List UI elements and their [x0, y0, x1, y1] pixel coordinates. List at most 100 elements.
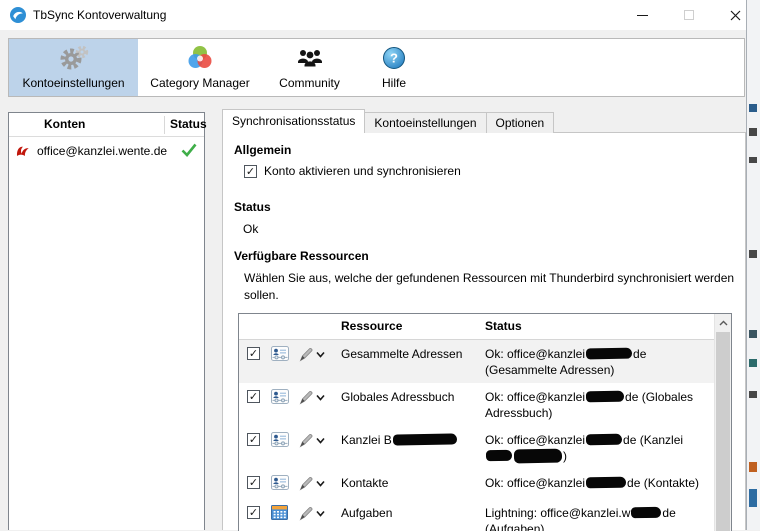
- ressourcen-description: Wählen Sie aus, welche der gefundenen Re…: [244, 271, 735, 302]
- resource-name: Kanzlei B: [341, 432, 485, 448]
- resource-row[interactable]: ✓ Kontakte Ok: office@kanzlei de (Kontakte): [239, 469, 714, 499]
- resource-checkbox[interactable]: ✓: [247, 347, 260, 360]
- resource-status: Ok: office@kanzlei de (Kontakte): [485, 476, 700, 490]
- resource-name: Aufgaben: [341, 506, 393, 520]
- redaction-mark: [585, 433, 623, 446]
- edit-resource-button[interactable]: [299, 347, 341, 362]
- background-fragment: [749, 391, 757, 398]
- edit-resource-button[interactable]: [299, 476, 341, 491]
- minimize-icon: [637, 14, 648, 16]
- redaction-mark: [631, 506, 662, 519]
- scrollbar-thumb[interactable]: [716, 332, 730, 531]
- addressbook-icon: [271, 346, 299, 365]
- edit-resource-button[interactable]: [299, 506, 341, 521]
- tab-optionen[interactable]: Optionen: [485, 112, 555, 133]
- title-bar: TbSync Kontoverwaltung: [0, 0, 746, 30]
- resource-row[interactable]: ✓ Kanzlei B Ok: office@kanzlei de (Kanzlei …: [239, 426, 714, 469]
- resource-name: Gesammelte Adressen: [341, 347, 463, 361]
- account-row[interactable]: office@kanzlei.wente.de: [9, 137, 204, 165]
- background-window-strip: [747, 0, 760, 530]
- addressbook-icon: [271, 475, 299, 494]
- toolbar-item-kontoeinstellungen[interactable]: Kontoeinstellungen: [9, 39, 138, 96]
- help-icon: ?: [382, 42, 406, 74]
- column-header-status[interactable]: Status: [170, 117, 207, 131]
- tbsync-dialog-window: TbSync Kontoverwaltung Kontoeinstellunge…: [0, 0, 747, 531]
- resource-status: Ok: office@kanzlei de (Kanzlei ): [485, 433, 684, 464]
- resource-status: Ok: office@kanzlei de (Gesammelte Adresse…: [485, 347, 647, 377]
- resource-row[interactable]: ✓ Aufgaben Lightning: office@kanzlei.w de (…: [239, 499, 714, 531]
- column-separator: [164, 116, 165, 134]
- toolbar-item-label: Hilfe: [381, 76, 406, 90]
- table-scrollbar[interactable]: [714, 314, 731, 531]
- sync-status-pane: Allgemein ✓ Konto aktivieren und synchro…: [222, 132, 746, 531]
- section-heading-status: Status: [234, 200, 271, 214]
- background-fragment: [749, 250, 757, 258]
- people-icon: [295, 42, 325, 74]
- addressbook-icon: [271, 432, 299, 451]
- resources-table: Ressource Status ✓ Gesammelte Adressen Ok:…: [238, 313, 732, 531]
- redaction-mark: [585, 390, 625, 403]
- background-fragment: [749, 157, 757, 163]
- redaction-mark: [392, 433, 457, 446]
- background-fragment: [749, 330, 757, 338]
- scroll-up-button[interactable]: [715, 314, 731, 331]
- background-fragment: [749, 128, 757, 136]
- redaction-mark: [585, 476, 627, 489]
- resource-row[interactable]: ✓ Globales Adressbuch Ok: office@kanzlei de…: [239, 383, 714, 426]
- resources-table-header: Ressource Status: [239, 314, 731, 340]
- edit-resource-button[interactable]: [299, 390, 341, 405]
- chevron-up-icon: [719, 320, 727, 325]
- addressbook-icon: [271, 389, 299, 408]
- toolbar-item-label: Category Manager: [150, 76, 250, 90]
- gears-icon: [57, 42, 91, 74]
- thunderbird-logo-icon: [10, 7, 26, 23]
- column-header-konten[interactable]: Konten: [44, 117, 85, 131]
- accounts-panel: Konten Status office@kanzlei.wente.de: [8, 112, 207, 530]
- section-heading-ressourcen: Verfügbare Ressourcen: [234, 249, 369, 263]
- resources-table-body: ✓ Gesammelte Adressen Ok: office@kanzlei de…: [239, 340, 714, 531]
- tab-kontoeinstellungen[interactable]: Kontoeinstellungen: [364, 112, 487, 133]
- maximize-icon: [683, 10, 694, 20]
- window-title: TbSync Kontoverwaltung: [33, 8, 167, 22]
- toolbar-item-label: Kontoeinstellungen: [22, 76, 125, 90]
- resource-name: Kontakte: [341, 476, 389, 490]
- status-value: Ok: [243, 222, 259, 236]
- resource-status: Lightning: office@kanzlei.w de (Aufgaben): [485, 506, 676, 531]
- minimize-button[interactable]: [620, 0, 665, 30]
- tab-synchronisationsstatus[interactable]: Synchronisationsstatus: [222, 109, 366, 133]
- redaction-mark: [485, 449, 513, 462]
- red-swirl-icon: [15, 143, 31, 159]
- background-fragment: [749, 359, 757, 367]
- column-header-ressource[interactable]: Ressource: [341, 319, 402, 333]
- background-fragment: [749, 462, 757, 472]
- toolbar-item-community[interactable]: Community: [262, 39, 357, 96]
- resource-checkbox[interactable]: ✓: [247, 476, 260, 489]
- green-checkmark-icon: [181, 143, 197, 160]
- background-fragment: [749, 104, 757, 112]
- resource-checkbox[interactable]: ✓: [247, 390, 260, 403]
- resource-row[interactable]: ✓ Gesammelte Adressen Ok: office@kanzlei de…: [239, 340, 714, 383]
- account-enable-checkbox[interactable]: ✓: [244, 164, 257, 178]
- toolbar-item-category-manager[interactable]: Category Manager: [138, 39, 262, 96]
- redaction-mark: [513, 448, 563, 464]
- column-header-status[interactable]: Status: [485, 319, 522, 333]
- account-enable-row: ✓ Konto aktivieren und synchronisieren: [244, 164, 461, 178]
- edit-resource-button[interactable]: [299, 433, 341, 448]
- toolbar: Kontoeinstellungen Category Manager Comm…: [8, 38, 745, 97]
- section-heading-allgemein: Allgemein: [234, 143, 292, 157]
- background-fragment: [749, 489, 757, 507]
- redaction-mark: [585, 347, 633, 360]
- accounts-header: Konten Status: [9, 113, 207, 137]
- close-icon: [730, 10, 741, 20]
- resource-checkbox[interactable]: ✓: [247, 506, 260, 519]
- account-name: office@kanzlei.wente.de: [37, 144, 168, 158]
- account-enable-label: Konto aktivieren und synchronisieren: [264, 164, 461, 178]
- calendar-icon: [271, 505, 299, 524]
- resource-checkbox[interactable]: ✓: [247, 433, 260, 446]
- rgb-circles-icon: [186, 42, 214, 74]
- resource-name: Globales Adressbuch: [341, 390, 455, 404]
- tab-strip: Synchronisationsstatus Kontoeinstellunge…: [222, 109, 555, 133]
- resource-status: Ok: office@kanzlei de (Globales Adressbuc…: [485, 390, 694, 420]
- toolbar-item-hilfe[interactable]: ? Hilfe: [357, 39, 431, 96]
- maximize-button[interactable]: [666, 0, 711, 30]
